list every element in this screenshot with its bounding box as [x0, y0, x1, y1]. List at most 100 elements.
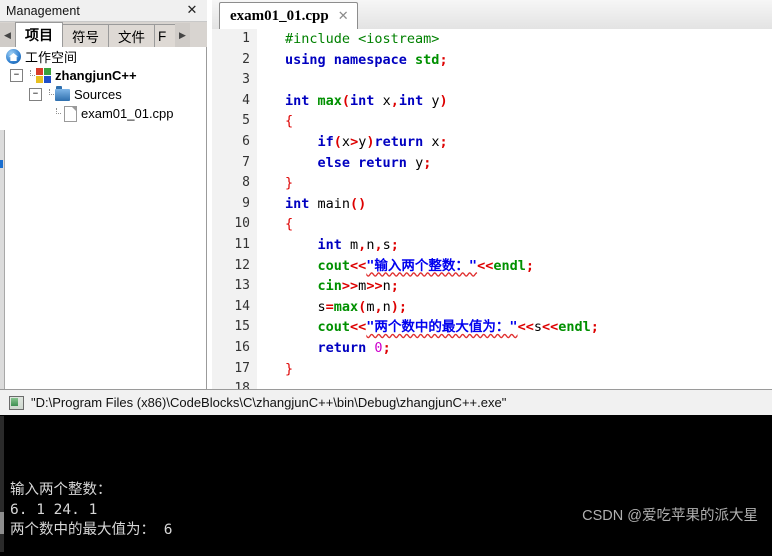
line-number: 4 [212, 90, 257, 112]
tree-connector [45, 89, 54, 100]
collapse-sources-icon[interactable]: − [29, 88, 42, 101]
code-area[interactable]: 1 #include <iostream> 2 using namespace std… [212, 29, 772, 389]
splitter-marker [0, 160, 3, 168]
line-number: 16 [212, 337, 257, 359]
console-window: "D:\Program Files (x86)\CodeBlocks\C\zha… [0, 389, 772, 556]
tab-projects-label: 项目 [25, 27, 53, 43]
file-icon [64, 105, 77, 122]
line-number: 7 [212, 152, 257, 174]
line-number: 9 [212, 193, 257, 215]
code-text[interactable]: #include <iostream> [276, 29, 772, 50]
project-tree: 工作空间 − zhangjunC++ − Sources exam01_01.c… [0, 47, 207, 389]
close-icon[interactable]: ✕ [338, 8, 349, 24]
line-number: 3 [212, 70, 257, 91]
tree-item-file-label: exam01_01.cpp [81, 106, 174, 121]
console-scrollbar[interactable] [0, 416, 4, 552]
close-icon[interactable]: ✕ [179, 1, 205, 19]
panel-splitter[interactable] [0, 130, 5, 390]
code-editor-panel: exam01_01.cpp ✕ 1 #include <iostream> 2 usi… [212, 0, 772, 389]
tab-files-label: 文件 [118, 30, 145, 45]
code-line[interactable]: 4 int max(int x,int y) [212, 90, 772, 112]
code-text[interactable]: else return y; [276, 153, 772, 174]
line-number: 10 [212, 214, 257, 235]
code-text[interactable]: } [276, 359, 772, 380]
code-text[interactable]: if(x>y)return x; [276, 132, 772, 153]
code-line[interactable]: 12 cout<<"输入两个整数："<<endl; [212, 255, 772, 277]
console-title-text: "D:\Program Files (x86)\CodeBlocks\C\zha… [31, 395, 507, 410]
code-text[interactable]: } [276, 173, 772, 194]
tab-projects[interactable]: 项目 [15, 22, 63, 47]
management-panel: Management ✕ ◀ 项目 符号 文件 F ▶ 工作空间 − zhang… [0, 0, 207, 389]
code-text[interactable]: int max(int x,int y) [276, 91, 772, 112]
tree-connector [52, 108, 61, 119]
folder-icon [55, 85, 70, 101]
code-line[interactable]: 13 cin>>m>>n; [212, 276, 772, 297]
tree-item-sources-label: Sources [74, 87, 122, 102]
tree-connector [26, 70, 35, 81]
code-line[interactable]: 1 #include <iostream> [212, 29, 772, 50]
project-icon [36, 68, 51, 83]
editor-tab-bar: exam01_01.cpp ✕ [212, 0, 772, 30]
tab-symbols-label: 符号 [72, 30, 99, 45]
line-number: 18 [212, 379, 257, 389]
code-line[interactable]: 6 if(x>y)return x; [212, 131, 772, 153]
line-number: 13 [212, 276, 257, 297]
line-number: 11 [212, 234, 257, 256]
tree-item-workspace[interactable]: 工作空间 [0, 47, 206, 66]
management-tab-bar: ◀ 项目 符号 文件 F ▶ [0, 22, 207, 48]
console-line: 输入两个整数： [10, 482, 112, 498]
code-line[interactable]: 15 cout<<"两个数中的最大值为："<<s<<endl; [212, 317, 772, 338]
code-line[interactable]: 17} [212, 358, 772, 380]
code-line[interactable]: 16 return 0; [212, 337, 772, 359]
line-number: 6 [212, 131, 257, 153]
code-text[interactable]: { [276, 111, 772, 132]
code-text[interactable]: cout<<"两个数中的最大值为："<<s<<endl; [276, 317, 772, 338]
code-text[interactable]: { [276, 214, 772, 235]
tab-symbols[interactable]: 符号 [62, 24, 109, 47]
line-number: 12 [212, 255, 257, 277]
tree-item-project[interactable]: − zhangjunC++ [0, 66, 206, 85]
code-text[interactable]: cout<<"输入两个整数："<<endl; [276, 256, 772, 277]
collapse-project-icon[interactable]: − [10, 69, 23, 82]
code-line[interactable]: 3 [212, 70, 772, 91]
editor-tab-label: exam01_01.cpp [230, 7, 329, 24]
line-number: 5 [212, 111, 257, 132]
code-text[interactable]: int main() [276, 194, 772, 215]
code-line[interactable]: 10 { [212, 214, 772, 235]
code-line[interactable]: 7 else return y; [212, 152, 772, 174]
line-number: 17 [212, 358, 257, 380]
line-number: 2 [212, 49, 257, 71]
tree-item-file[interactable]: exam01_01.cpp [0, 104, 206, 123]
tab-files[interactable]: 文件 [108, 24, 155, 47]
line-number: 1 [212, 29, 257, 50]
code-text[interactable]: cin>>m>>n; [276, 276, 772, 297]
code-line[interactable]: 5{ [212, 111, 772, 132]
line-number: 15 [212, 317, 257, 338]
tree-item-workspace-label: 工作空间 [25, 50, 78, 65]
tab-fsymbols-label: F [158, 28, 167, 44]
tab-scroll-right-icon[interactable]: ▶ [175, 23, 190, 47]
codeblocks-ide-window: Management ✕ ◀ 项目 符号 文件 F ▶ 工作空间 − zhang… [0, 0, 772, 556]
line-number: 14 [212, 296, 257, 318]
tree-item-project-label: zhangjunC++ [55, 68, 137, 83]
management-panel-header: Management ✕ [0, 0, 207, 22]
console-output: 输入两个整数：6. 1 24. 1两个数中的最大值为： 6 Process re… [0, 416, 772, 556]
code-line[interactable]: 11 int m,n,s; [212, 234, 772, 256]
code-text[interactable]: using namespace std; [276, 50, 772, 71]
workspace-icon [6, 49, 21, 64]
tab-fsymbols[interactable]: F [154, 24, 176, 47]
code-line[interactable]: 8} [212, 173, 772, 194]
code-line[interactable]: 9 int main() [212, 193, 772, 215]
editor-tab-exam01[interactable]: exam01_01.cpp ✕ [219, 2, 358, 29]
management-panel-title: Management [6, 3, 80, 18]
code-text[interactable]: s=max(m,n); [276, 297, 772, 318]
code-line[interactable]: 14 s=max(m,n); [212, 296, 772, 318]
code-text[interactable]: return 0; [276, 338, 772, 359]
code-text[interactable]: int m,n,s; [276, 235, 772, 256]
code-line[interactable]: 2 using namespace std; [212, 49, 772, 71]
code-line[interactable]: 18 [212, 379, 772, 389]
csdn-watermark: CSDN @爱吃苹果的派大星 [582, 508, 758, 524]
tree-item-sources[interactable]: − Sources [0, 85, 206, 104]
tab-scroll-left-icon[interactable]: ◀ [0, 23, 15, 47]
